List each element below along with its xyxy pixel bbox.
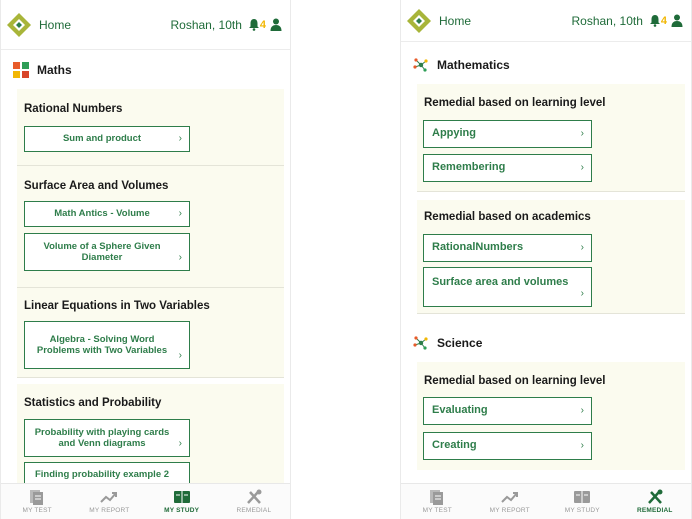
remedial-item-label: Surface area and volumes <box>432 276 569 288</box>
nav-label: MY TEST <box>422 507 452 514</box>
maths-grid-icon <box>13 62 29 78</box>
tools-icon <box>246 489 262 504</box>
profile-icon[interactable] <box>671 14 683 27</box>
app-logo-icon[interactable] <box>405 7 433 35</box>
test-papers-icon <box>30 490 44 505</box>
user-name-label[interactable]: Roshan, 10th <box>170 18 241 32</box>
notification-count-badge: 4 <box>660 14 667 27</box>
nav-label: MY REPORT <box>489 507 530 514</box>
nav-my-study[interactable]: MY STUDY <box>146 484 218 519</box>
chevron-right-icon: › <box>580 162 584 173</box>
nav-label: REMEDIAL <box>236 507 272 514</box>
chevron-right-icon: › <box>178 208 182 219</box>
remedial-item-button[interactable]: RationalNumbers › <box>423 234 592 262</box>
nav-my-study[interactable]: MY STUDY <box>546 484 619 519</box>
remedial-item-button[interactable]: Appying › <box>423 120 592 148</box>
bottom-nav: MY TEST MY REPORT MY STUDY REMEDIAL <box>401 483 691 519</box>
trend-chart-icon <box>501 492 518 503</box>
subject-heading: Science <box>401 335 691 351</box>
subject-title: Mathematics <box>437 58 510 72</box>
group-title: Remedial based on learning level <box>424 375 606 387</box>
app-header: Home Roshan, 10th 4 <box>401 0 691 42</box>
home-link[interactable]: Home <box>39 18 71 32</box>
nav-label: MY REPORT <box>89 507 130 514</box>
chevron-right-icon: › <box>178 133 182 144</box>
topic-section: Surface Area and Volumes Math Antics - V… <box>17 166 284 288</box>
subject-heading: Mathematics <box>401 57 691 73</box>
nav-label: MY STUDY <box>164 507 200 514</box>
remedial-group: Remedial based on academics RationalNumb… <box>417 200 685 314</box>
remedial-item-button[interactable]: Evaluating › <box>423 397 592 425</box>
nav-my-report[interactable]: MY REPORT <box>73 484 145 519</box>
group-title: Remedial based on academics <box>424 211 591 223</box>
book-icon <box>173 491 190 503</box>
topic-section: Statistics and Probability Probability w… <box>17 384 284 488</box>
subject-title: Maths <box>37 63 72 77</box>
chevron-right-icon: › <box>580 405 584 416</box>
chevron-right-icon: › <box>580 288 584 299</box>
nav-remedial[interactable]: REMEDIAL <box>218 484 290 519</box>
user-name-label[interactable]: Roshan, 10th <box>571 14 642 28</box>
remedial-group: Remedial based on learning level Appying… <box>417 84 685 192</box>
chevron-right-icon: › <box>178 438 182 449</box>
chevron-right-icon: › <box>178 350 182 361</box>
study-video-button[interactable]: Sum and product › <box>24 126 190 152</box>
nav-my-report[interactable]: MY REPORT <box>474 484 547 519</box>
topic-section: Linear Equations in Two Variables Algebr… <box>17 288 284 378</box>
video-title: Probability with playing cards and Venn … <box>34 426 170 449</box>
app-logo-icon[interactable] <box>5 11 33 39</box>
study-video-button[interactable]: Math Antics - Volume › <box>24 201 190 227</box>
tools-icon <box>647 489 663 504</box>
book-icon <box>574 491 591 503</box>
topic-title: Surface Area and Volumes <box>24 180 169 192</box>
remedial-item-button[interactable]: Surface area and volumes › <box>423 267 592 307</box>
my-study-screen: Home Roshan, 10th 4 Maths Rational Numbe… <box>0 0 291 519</box>
group-title: Remedial based on learning level <box>424 97 606 109</box>
video-title: Algebra - Solving Word Problems with Two… <box>36 333 168 356</box>
topic-title: Linear Equations in Two Variables <box>24 300 210 312</box>
bottom-nav: MY TEST MY REPORT MY STUDY REMEDIAL <box>1 483 290 519</box>
video-title: Math Antics - Volume <box>54 208 150 220</box>
nav-my-test[interactable]: MY TEST <box>401 484 474 519</box>
profile-icon[interactable] <box>270 18 282 31</box>
nav-label: MY STUDY <box>564 507 600 514</box>
remedial-screen: Home Roshan, 10th 4 Mathematics Remedial <box>400 0 692 519</box>
video-title: Sum and product <box>62 133 142 145</box>
molecule-icon <box>413 336 428 350</box>
study-video-button[interactable]: Volume of a Sphere Given Diameter › <box>24 233 190 271</box>
remedial-item-label: Evaluating <box>432 404 488 417</box>
chevron-right-icon: › <box>178 252 182 263</box>
remedial-item-label: Appying <box>432 127 476 140</box>
bell-icon[interactable] <box>649 14 661 27</box>
remedial-group: Remedial based on learning level Evaluat… <box>417 362 685 470</box>
remedial-item-button[interactable]: Remembering › <box>423 154 592 182</box>
video-title: Volume of a Sphere Given Diameter <box>43 240 161 263</box>
remedial-item-label: RationalNumbers <box>432 241 524 254</box>
study-video-button[interactable]: Probability with playing cards and Venn … <box>24 419 190 457</box>
app-header: Home Roshan, 10th 4 <box>1 0 290 50</box>
topic-section: Rational Numbers Sum and product › <box>17 89 284 166</box>
nav-label: MY TEST <box>22 507 52 514</box>
topic-title: Rational Numbers <box>24 103 123 115</box>
remedial-item-label: Creating <box>432 439 477 452</box>
molecule-icon <box>413 58 428 72</box>
subject-heading: Maths <box>1 62 290 78</box>
subject-title: Science <box>437 336 483 350</box>
nav-label: REMEDIAL <box>636 507 673 514</box>
topic-title: Statistics and Probability <box>24 397 162 409</box>
remedial-item-button[interactable]: Creating › <box>423 432 592 460</box>
study-video-button[interactable]: Algebra - Solving Word Problems with Two… <box>24 321 190 369</box>
chevron-right-icon: › <box>580 440 584 451</box>
remedial-item-label: Remembering <box>432 161 506 174</box>
nav-my-test[interactable]: MY TEST <box>1 484 73 519</box>
chevron-right-icon: › <box>580 242 584 253</box>
notification-count-badge: 4 <box>259 18 266 31</box>
bell-icon[interactable] <box>248 18 260 31</box>
chevron-right-icon: › <box>580 128 584 139</box>
home-link[interactable]: Home <box>439 14 471 28</box>
nav-remedial[interactable]: REMEDIAL <box>619 484 692 519</box>
trend-chart-icon <box>100 492 118 503</box>
test-papers-icon <box>430 490 444 505</box>
video-title: Finding probability example 2 <box>34 469 170 481</box>
